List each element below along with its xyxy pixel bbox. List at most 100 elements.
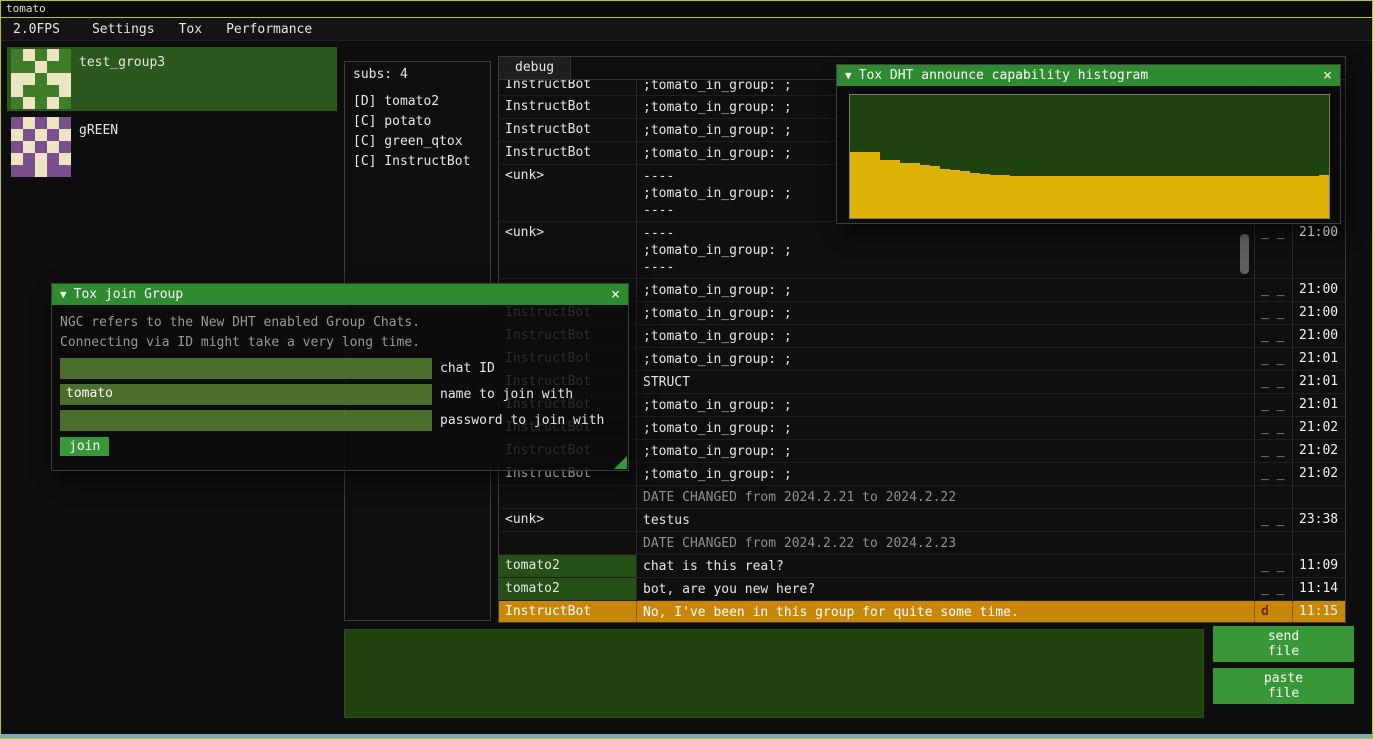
avatar-pixel [11, 117, 23, 129]
message-cell: ;tomato_in_group: ; [637, 325, 1255, 347]
histogram-bar [960, 171, 970, 218]
flags-cell: _ _ [1255, 463, 1293, 485]
message-line: ;tomato_in_group: ; [643, 420, 1248, 437]
avatar-pixel [35, 49, 47, 61]
avatar-pixel [35, 73, 47, 85]
join-input-password-to-join-with[interactable] [60, 410, 432, 431]
message-line: ---- [643, 225, 1248, 242]
join-button[interactable]: join [60, 437, 109, 456]
subs-list-item[interactable]: [C] InstructBot [353, 152, 482, 172]
histogram-close-icon[interactable]: × [1323, 68, 1332, 83]
menu-item-settings[interactable]: Settings [80, 18, 167, 41]
flags-cell: _ _ [1255, 325, 1293, 347]
avatar-pixel [23, 117, 35, 129]
date-changed-text: DATE CHANGED from 2024.2.21 to 2024.2.22 [637, 486, 1255, 508]
avatar-pixel [47, 129, 59, 141]
join-titlebar[interactable]: ▼ Tox join Group × [52, 284, 628, 305]
avatar-pixel [11, 153, 23, 165]
histogram-collapse-arrow-icon[interactable]: ▼ [845, 69, 852, 82]
send-file-button[interactable]: sendfile [1213, 626, 1354, 662]
menu-bar: 2.0FPS SettingsToxPerformance [1, 18, 1372, 41]
join-collapse-arrow-icon[interactable]: ▼ [60, 288, 67, 301]
histogram-bar [1179, 176, 1189, 218]
menu-item-tox[interactable]: Tox [167, 18, 214, 41]
avatar-pixel [47, 141, 59, 153]
menu-item-2-0fps[interactable]: 2.0FPS [1, 18, 72, 41]
avatar-pixel [23, 49, 35, 61]
time-cell: 23:38 [1293, 509, 1345, 531]
avatar-pixel [23, 85, 35, 97]
histogram-bar [1319, 175, 1329, 218]
histogram-bar [900, 163, 910, 218]
chat-message-row[interactable]: tomato2chat is this real?_ _11:09 [499, 555, 1345, 578]
join-field-label: name to join with [440, 387, 573, 402]
time-cell [1293, 486, 1345, 508]
button-line: file [1268, 686, 1299, 701]
button-line: file [1268, 644, 1299, 659]
histogram-bar [1309, 176, 1319, 218]
window-titlebar[interactable]: tomato [1, 1, 1372, 18]
subs-list: [D] tomato2[C] potato[C] green_qtox[C] I… [353, 92, 482, 172]
message-line: ;tomato_in_group: ; [643, 466, 1248, 483]
author-cell: <unk> [499, 509, 637, 531]
histogram-bar [1000, 175, 1010, 218]
avatar-pixel [23, 141, 35, 153]
flags-cell [1255, 486, 1293, 508]
histogram-bar [1189, 176, 1199, 218]
message-input[interactable] [344, 629, 1204, 718]
subs-count-label: subs: 4 [353, 67, 482, 82]
time-cell: 21:01 [1293, 394, 1345, 416]
time-cell: 21:00 [1293, 325, 1345, 347]
tab-debug[interactable]: debug [499, 57, 571, 79]
message-cell: ;tomato_in_group: ; [637, 348, 1255, 370]
time-cell: 21:02 [1293, 463, 1345, 485]
flags-cell: _ _ [1255, 279, 1293, 301]
message-cell: bot, are you new here? [637, 578, 1255, 600]
avatar-pixel [35, 117, 47, 129]
histogram-bar [930, 166, 940, 218]
chat-scrollbar-thumb[interactable] [1240, 234, 1249, 274]
join-close-icon[interactable]: × [611, 287, 620, 302]
histogram-bar [1199, 176, 1209, 218]
subs-list-item[interactable]: [D] tomato2 [353, 92, 482, 112]
author-cell: <unk> [499, 165, 637, 221]
chat-message-row[interactable]: tomato2bot, are you new here?_ _11:14 [499, 578, 1345, 601]
subs-list-item[interactable]: [C] green_qtox [353, 132, 482, 152]
paste-file-button[interactable]: pastefile [1213, 668, 1354, 704]
flags-cell: _ _ [1255, 578, 1293, 600]
avatar-pixel [23, 153, 35, 165]
histogram-bar [1239, 176, 1249, 218]
button-line: paste [1264, 671, 1303, 686]
avatar-pixel [59, 153, 71, 165]
author-cell: tomato2 [499, 578, 637, 600]
author-cell: <unk> [499, 222, 637, 278]
message-cell: ;tomato_in_group: ; [637, 394, 1255, 416]
time-cell [1293, 532, 1345, 554]
message-line: testus [643, 512, 1248, 529]
histogram-bar [1010, 176, 1020, 218]
menu-item-performance[interactable]: Performance [214, 18, 324, 41]
avatar-pixel [23, 97, 35, 109]
message-line: ;tomato_in_group: ; [643, 305, 1248, 322]
time-cell: 21:00 [1293, 222, 1345, 278]
group-item-test-group3[interactable]: test_group3 [7, 47, 337, 111]
histogram-bar [1170, 176, 1180, 218]
avatar-pixel [47, 97, 59, 109]
join-field-row: chat ID [60, 358, 620, 379]
group-name-label: test_group3 [79, 55, 165, 70]
histogram-bar [1080, 176, 1090, 218]
chat-message-row[interactable]: <unk>----;tomato_in_group: ;----_ _21:00 [499, 222, 1345, 279]
chat-message-row[interactable]: InstructBotNo, I've been in this group f… [499, 601, 1345, 622]
group-item-green[interactable]: gREEN [7, 115, 337, 179]
time-cell: 11:09 [1293, 555, 1345, 577]
subs-list-item[interactable]: [C] potato [353, 112, 482, 132]
author-cell: tomato2 [499, 555, 637, 577]
time-cell: 11:15 [1293, 601, 1345, 622]
histogram-titlebar[interactable]: ▼ Tox DHT announce capability histogram … [837, 65, 1340, 86]
window-resize-grip[interactable] [614, 456, 627, 469]
histogram-bar [890, 160, 900, 218]
join-input-chat-id[interactable] [60, 358, 432, 379]
chat-message-row[interactable]: <unk>testus_ _23:38 [499, 509, 1345, 532]
join-input-name-to-join-with[interactable]: tomato [60, 384, 432, 405]
join-info-line: Connecting via ID might take a very long… [60, 333, 620, 353]
